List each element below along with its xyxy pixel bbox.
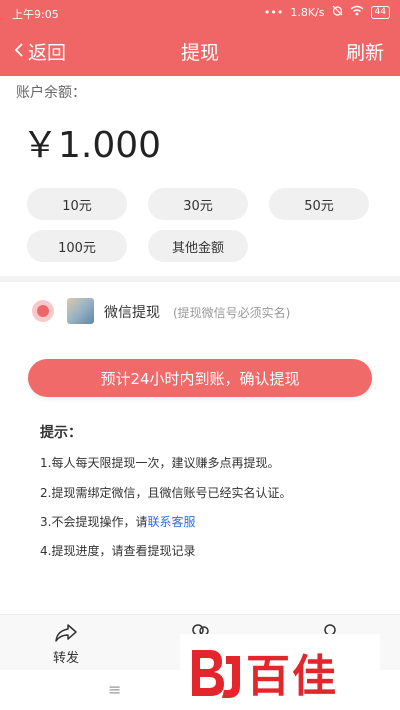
tip-2: 2.提现需绑定微信，且微信账号已经实名认证。 (40, 486, 292, 500)
wechat-radio[interactable] (32, 300, 54, 322)
amount-option-30[interactable]: 30元 (148, 188, 248, 220)
nav-bar: 返回 提现 刷新 (0, 26, 400, 76)
share-label: 转发 (52, 651, 79, 666)
back-label: 返回 (28, 42, 67, 64)
battery-icon: 44 (370, 5, 390, 19)
amount-option-50[interactable]: 50元 (269, 188, 369, 220)
amount-option-other[interactable]: 其他金额 (148, 230, 248, 262)
network-speed: 1.8K/s (290, 5, 325, 19)
chevron-left-icon (14, 41, 24, 63)
amount-option-100[interactable]: 100元 (27, 230, 127, 262)
share-tab[interactable]: 转发 (36, 623, 96, 666)
wechat-method-label[interactable]: 微信提现 (104, 302, 160, 322)
refresh-button[interactable]: 刷新 (346, 38, 384, 65)
watermark: 百佳 (180, 634, 380, 708)
wifi-icon (350, 5, 364, 19)
wechat-method-note: (提现微信号必须实名) (173, 306, 291, 320)
wechat-avatar (67, 298, 94, 324)
section-divider (0, 276, 400, 282)
watermark-logo-icon (186, 642, 244, 706)
tips-title: 提示： (40, 425, 82, 441)
balance-amount: ￥1.000 (22, 125, 162, 166)
status-dots: ••• (263, 5, 284, 19)
radio-selected-dot (37, 305, 49, 317)
menu-icon[interactable]: ≡ (108, 680, 121, 699)
share-icon (36, 623, 96, 643)
tip-3-text: 3.不会提现操作，请 (40, 515, 148, 529)
status-bar: 上午9:05 ••• 1.8K/s 44 (0, 0, 400, 26)
tip-4: 4.提现进度，请查看提现记录 (40, 544, 196, 558)
status-icons: ••• 1.8K/s 44 (264, 5, 390, 19)
confirm-withdraw-button[interactable]: 预计24小时内到账，确认提现 (28, 359, 372, 397)
back-button[interactable]: 返回 (14, 38, 66, 65)
tip-1: 1.每人每天限提现一次，建议赚多点再提现。 (40, 456, 280, 470)
balance-label: 账户余额： (16, 85, 86, 101)
alarm-icon (332, 5, 343, 19)
status-time: 上午9:05 (12, 8, 59, 21)
watermark-text: 百佳 (246, 651, 338, 702)
contact-support-link[interactable]: 联系客服 (147, 515, 195, 529)
tip-3: 3.不会提现操作，请联系客服 (40, 513, 195, 530)
amount-option-10[interactable]: 10元 (27, 188, 127, 220)
